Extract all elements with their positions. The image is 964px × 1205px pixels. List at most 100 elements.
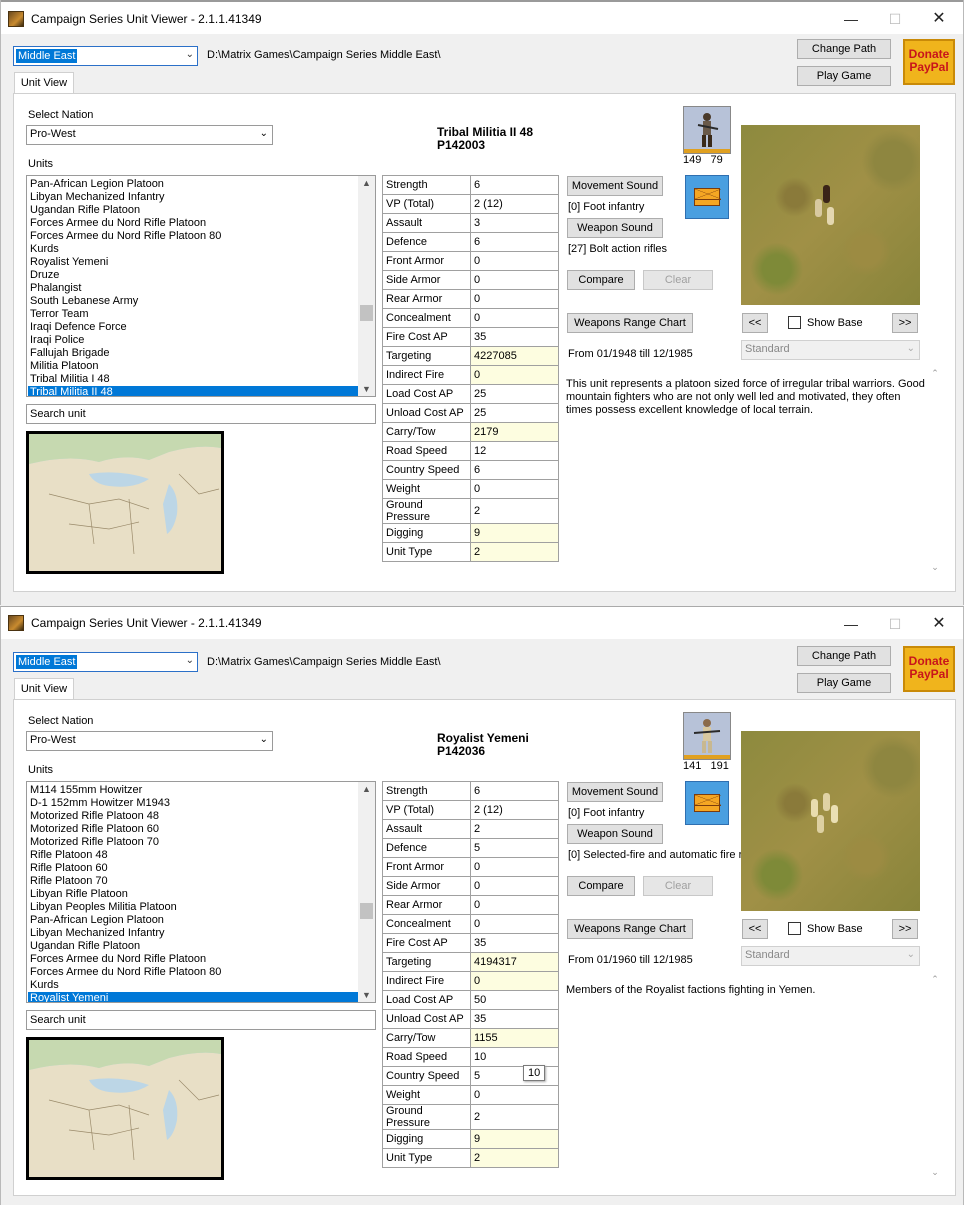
list-item[interactable]: Tribal Militia I 48 bbox=[30, 373, 360, 386]
movement-sound-button[interactable]: Movement Sound bbox=[567, 782, 663, 802]
stat-value[interactable]: 0 bbox=[470, 895, 559, 915]
stat-value[interactable]: 3 bbox=[470, 213, 559, 233]
stat-value[interactable]: 2 bbox=[470, 819, 559, 839]
compare-button[interactable]: Compare bbox=[567, 876, 635, 896]
stat-value[interactable]: 12 bbox=[470, 441, 559, 461]
stat-value[interactable]: 6 bbox=[470, 781, 559, 801]
list-item[interactable]: Terror Team bbox=[30, 308, 360, 321]
list-item[interactable]: Rifle Platoon 70 bbox=[30, 875, 360, 888]
list-item[interactable]: Libyan Mechanized Infantry bbox=[30, 927, 360, 940]
list-item[interactable]: Libyan Mechanized Infantry bbox=[30, 191, 360, 204]
stat-value[interactable]: 9 bbox=[470, 1129, 559, 1149]
weapons-range-chart-button[interactable]: Weapons Range Chart bbox=[567, 313, 693, 333]
envelope-icon[interactable] bbox=[685, 781, 729, 825]
list-item[interactable]: Motorized Rifle Platoon 60 bbox=[30, 823, 360, 836]
stat-value[interactable]: 25 bbox=[470, 403, 559, 423]
list-item[interactable]: Kurds bbox=[30, 243, 360, 256]
stat-value[interactable]: 2 (12) bbox=[470, 800, 559, 820]
stat-value[interactable]: 25 bbox=[470, 384, 559, 404]
list-item[interactable]: Iraqi Defence Force bbox=[30, 321, 360, 334]
previous-button[interactable]: << bbox=[742, 919, 768, 939]
desc-scroll-up-icon[interactable]: ⌃ bbox=[925, 974, 945, 985]
scroll-down-icon[interactable]: ▼ bbox=[358, 384, 375, 394]
scroll-up-icon[interactable]: ▲ bbox=[358, 178, 375, 188]
stat-value[interactable]: 0 bbox=[470, 914, 559, 934]
scroll-down-icon[interactable]: ▼ bbox=[358, 990, 375, 1000]
show-base-checkbox[interactable] bbox=[788, 316, 801, 329]
desc-scroll-up-icon[interactable]: ⌃ bbox=[925, 368, 945, 379]
list-item[interactable]: Motorized Rifle Platoon 48 bbox=[30, 810, 360, 823]
stat-value[interactable]: 0 bbox=[470, 308, 559, 328]
units-list[interactable]: Pan-African Legion Platoon Libyan Mechani… bbox=[26, 175, 376, 397]
maximize-icon[interactable]: ☐ bbox=[873, 613, 917, 635]
list-item[interactable]: Libyan Peoples Militia Platoon bbox=[30, 901, 360, 914]
stat-value[interactable]: 0 bbox=[470, 479, 559, 499]
stat-value[interactable]: 0 bbox=[470, 1085, 559, 1105]
list-item[interactable]: Forces Armee du Nord Rifle Platoon bbox=[30, 217, 360, 230]
stat-value[interactable]: 2 bbox=[470, 1148, 559, 1168]
stat-value[interactable]: 6 bbox=[470, 460, 559, 480]
envelope-icon[interactable] bbox=[685, 175, 729, 219]
tab-unit-view[interactable]: Unit View bbox=[14, 72, 74, 94]
clear-button[interactable]: Clear bbox=[643, 270, 713, 290]
minimize-icon[interactable]: — bbox=[829, 613, 873, 635]
play-game-button[interactable]: Play Game bbox=[797, 66, 891, 86]
weapons-range-chart-button[interactable]: Weapons Range Chart bbox=[567, 919, 693, 939]
nation-select[interactable]: Pro-West ⌄ bbox=[26, 125, 273, 145]
list-item[interactable]: D-1 152mm Howitzer M1943 bbox=[30, 797, 360, 810]
desc-scroll-down-icon[interactable]: ⌄ bbox=[925, 1167, 945, 1178]
stat-value[interactable]: 5 bbox=[470, 1066, 559, 1086]
donate-paypal-button[interactable]: Donate PayPal bbox=[903, 646, 955, 692]
compare-button[interactable]: Compare bbox=[567, 270, 635, 290]
weapon-sound-button[interactable]: Weapon Sound bbox=[567, 824, 663, 844]
scroll-thumb[interactable] bbox=[360, 305, 373, 321]
close-icon[interactable]: ✕ bbox=[917, 613, 961, 635]
list-item[interactable]: Tribal Militia II 48 bbox=[28, 386, 360, 396]
weapon-sound-button[interactable]: Weapon Sound bbox=[567, 218, 663, 238]
close-icon[interactable]: ✕ bbox=[917, 8, 961, 30]
list-item[interactable]: Pan-African Legion Platoon bbox=[30, 914, 360, 927]
stat-value[interactable]: 0 bbox=[470, 289, 559, 309]
list-item[interactable]: Forces Armee du Nord Rifle Platoon 80 bbox=[30, 966, 360, 979]
game-selector[interactable]: Middle East ⌄ bbox=[13, 652, 198, 672]
stat-value[interactable]: 2 bbox=[470, 498, 559, 524]
list-item[interactable]: South Lebanese Army bbox=[30, 295, 360, 308]
nation-select[interactable]: Pro-West ⌄ bbox=[26, 731, 273, 751]
list-item[interactable]: Rifle Platoon 60 bbox=[30, 862, 360, 875]
list-item[interactable]: Fallujah Brigade bbox=[30, 347, 360, 360]
stat-value[interactable]: 4227085 bbox=[470, 346, 559, 366]
stat-value[interactable]: 2179 bbox=[470, 422, 559, 442]
unit-portrait-button[interactable] bbox=[683, 106, 731, 154]
game-selector[interactable]: Middle East ⌄ bbox=[13, 46, 198, 66]
change-path-button[interactable]: Change Path bbox=[797, 39, 891, 59]
list-item[interactable]: Druze bbox=[30, 269, 360, 282]
stat-value[interactable]: 35 bbox=[470, 1009, 559, 1029]
stat-value[interactable]: 2 bbox=[470, 1104, 559, 1130]
movement-sound-button[interactable]: Movement Sound bbox=[567, 176, 663, 196]
standard-select[interactable]: Standard ⌄ bbox=[741, 340, 920, 360]
stat-value[interactable]: 6 bbox=[470, 232, 559, 252]
minimize-icon[interactable]: — bbox=[829, 8, 873, 30]
list-item[interactable]: Militia Platoon bbox=[30, 360, 360, 373]
clear-button[interactable]: Clear bbox=[643, 876, 713, 896]
list-item[interactable]: Royalist Yemeni bbox=[28, 992, 360, 1002]
maximize-icon[interactable]: ☐ bbox=[873, 8, 917, 30]
stat-value[interactable]: 0 bbox=[470, 971, 559, 991]
list-item[interactable]: Forces Armee du Nord Rifle Platoon 80 bbox=[30, 230, 360, 243]
list-item[interactable]: Ugandan Rifle Platoon bbox=[30, 204, 360, 217]
donate-paypal-button[interactable]: Donate PayPal bbox=[903, 39, 955, 85]
stat-value[interactable]: 4194317 bbox=[470, 952, 559, 972]
stat-value[interactable]: 2 bbox=[470, 542, 559, 562]
units-scrollbar[interactable]: ▲ ▼ bbox=[358, 176, 375, 396]
stat-value[interactable]: 50 bbox=[470, 990, 559, 1010]
stat-value[interactable]: 1155 bbox=[470, 1028, 559, 1048]
stat-value[interactable]: 35 bbox=[470, 327, 559, 347]
list-item[interactable]: Royalist Yemeni bbox=[30, 256, 360, 269]
units-scrollbar[interactable]: ▲ ▼ bbox=[358, 782, 375, 1002]
show-base-checkbox[interactable] bbox=[788, 922, 801, 935]
list-item[interactable]: Iraqi Police bbox=[30, 334, 360, 347]
stat-value[interactable]: 0 bbox=[470, 270, 559, 290]
tab-unit-view[interactable]: Unit View bbox=[14, 678, 74, 700]
stat-value[interactable]: 35 bbox=[470, 933, 559, 953]
stat-value[interactable]: 10 bbox=[470, 1047, 559, 1067]
